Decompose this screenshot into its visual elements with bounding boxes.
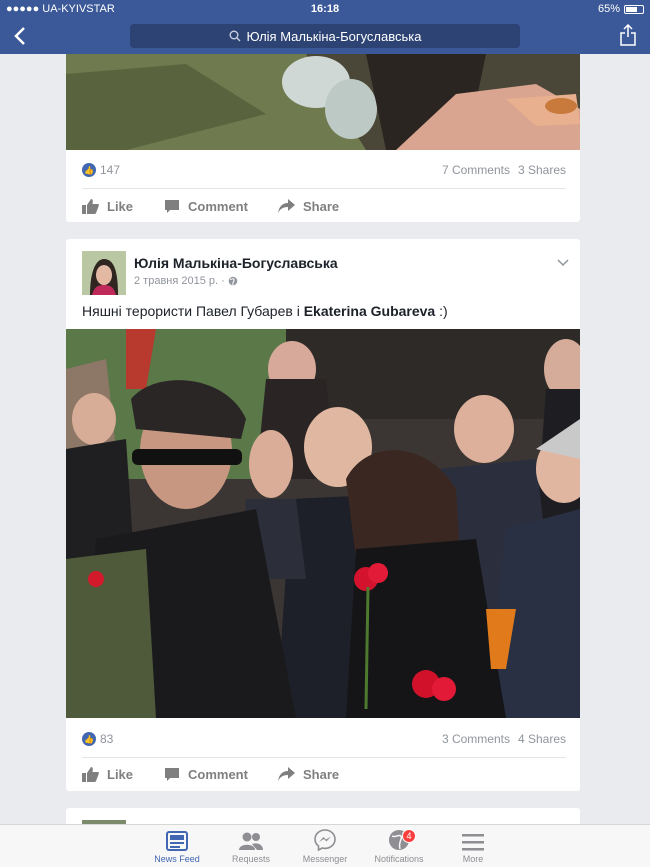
tab-label: Requests — [231, 854, 271, 864]
divider — [82, 757, 566, 758]
tab-more[interactable]: More — [436, 825, 510, 867]
search-field[interactable]: Юлія Малькіна-Богуславська — [130, 24, 520, 48]
divider — [82, 188, 566, 189]
thumbs-up-icon — [82, 766, 99, 782]
share-arrow-icon — [278, 199, 295, 213]
tab-label: News Feed — [154, 854, 200, 864]
search-icon — [229, 30, 241, 42]
post-text-plain: Няшні терористи Павел Губарев і — [82, 303, 304, 319]
like-count[interactable]: 83 — [100, 732, 113, 746]
photo-image — [66, 54, 580, 150]
battery-percent: 65% — [597, 3, 620, 15]
share-button[interactable]: Share — [278, 199, 339, 214]
comment-label: Comment — [188, 766, 248, 782]
tab-requests[interactable]: Requests — [214, 825, 288, 867]
post-date[interactable]: 2 травня 2015 р. — [134, 275, 218, 287]
avatar[interactable] — [82, 251, 126, 295]
battery-icon — [624, 4, 644, 14]
tab-label: More — [462, 854, 484, 864]
messenger-icon — [314, 829, 336, 851]
photo-image — [66, 329, 580, 718]
comment-label: Comment — [188, 198, 248, 214]
post-actions-2: Like Comment Share — [82, 761, 566, 787]
post-photo-1[interactable] — [66, 54, 580, 150]
tagged-user[interactable]: Ekaterina Gubareva — [304, 303, 436, 319]
search-title: Юлія Малькіна-Богуславська — [246, 28, 422, 44]
like-count[interactable]: 147 — [100, 163, 120, 177]
comment-icon — [165, 767, 179, 781]
post-text: Няшні терористи Павел Губарев і Ekaterin… — [82, 303, 448, 319]
post-text-end: :) — [435, 303, 448, 319]
share-arrow-icon — [278, 767, 295, 781]
author-name[interactable]: Юлія Малькіна-Богуславська — [134, 255, 338, 271]
post-card-1: 👍 147 7 Comments 3 Shares Like Comment S… — [66, 54, 580, 222]
like-reaction-icon: 👍 — [82, 163, 96, 177]
post-header: Юлія Малькіна-Богуславська 2 травня 2015… — [82, 251, 570, 295]
share-label: Share — [303, 766, 340, 782]
comment-count[interactable]: 3 Comments — [442, 732, 510, 746]
share-label: Share — [303, 198, 340, 214]
comment-count[interactable]: 7 Comments — [442, 163, 510, 177]
tab-news-feed[interactable]: News Feed — [140, 825, 214, 867]
post-stats-1: 👍 147 7 Comments 3 Shares — [82, 160, 566, 180]
status-bar: ●●●●● UA-KYIVSTAR 16:18 65% — [0, 0, 650, 18]
thumbs-up-icon — [82, 198, 99, 214]
tab-messenger[interactable]: Messenger — [288, 825, 362, 867]
comment-button[interactable]: Comment — [164, 199, 278, 214]
tab-label: Messenger — [302, 854, 348, 864]
share-count[interactable]: 3 Shares — [518, 163, 566, 177]
like-button[interactable]: Like — [82, 198, 164, 214]
tab-bar: News Feed Requests Messenger 4 Notificat… — [0, 824, 650, 867]
share-icon[interactable] — [620, 24, 636, 46]
status-right: 65% — [598, 3, 644, 15]
like-button[interactable]: Like — [82, 766, 164, 782]
share-button[interactable]: Share — [278, 767, 339, 782]
like-label: Like — [107, 198, 134, 214]
share-count[interactable]: 4 Shares — [518, 732, 566, 746]
notification-badge: 4 — [402, 829, 416, 843]
like-reaction-icon: 👍 — [82, 732, 96, 746]
globe-privacy-icon — [228, 276, 238, 286]
post-actions-1: Like Comment Share — [82, 193, 566, 219]
post-photo-2[interactable] — [66, 329, 580, 718]
back-button[interactable] — [0, 18, 40, 54]
tab-label: Notifications — [374, 854, 424, 864]
tab-notifications[interactable]: 4 Notifications — [362, 825, 436, 867]
carrier-label: ●●●●● UA-KYIVSTAR — [6, 3, 115, 15]
news-feed-icon — [166, 831, 188, 851]
comment-button[interactable]: Comment — [164, 767, 278, 782]
post-stats-2: 👍 83 3 Comments 4 Shares — [82, 729, 566, 749]
dot-separator: · — [221, 275, 225, 287]
avatar-image — [82, 251, 126, 295]
post-meta: 2 травня 2015 р. · — [134, 275, 238, 287]
nav-bar: Юлія Малькіна-Богуславська — [0, 18, 650, 54]
menu-icon — [462, 834, 484, 851]
chevron-down-icon[interactable] — [556, 255, 570, 269]
post-card-2: Юлія Малькіна-Богуславська 2 травня 2015… — [66, 239, 580, 791]
like-label: Like — [107, 766, 134, 782]
chevron-left-icon — [14, 27, 25, 45]
comment-icon — [165, 199, 179, 213]
requests-icon — [239, 832, 263, 850]
